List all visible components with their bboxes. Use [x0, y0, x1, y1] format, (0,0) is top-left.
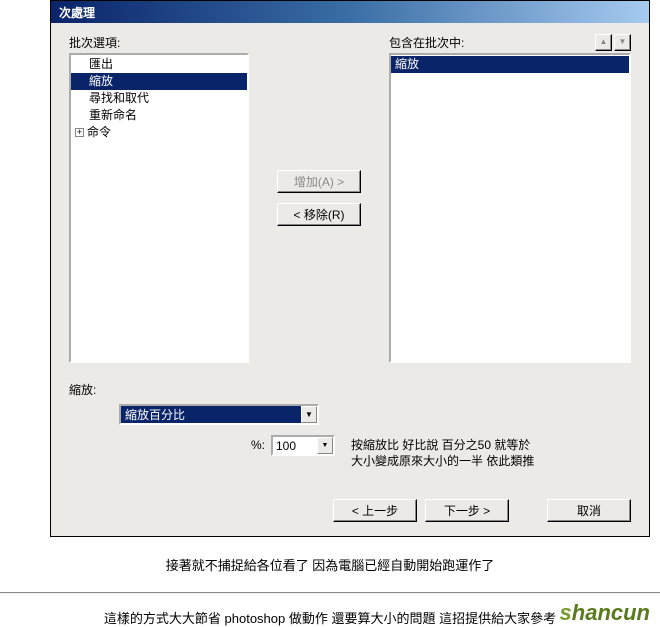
scale-mode-dropdown[interactable]: 縮放百分比 ▼ [119, 404, 319, 425]
dialog-titlebar: 次處理 [51, 1, 649, 23]
list-item[interactable]: 縮放 [71, 73, 247, 90]
move-down-button[interactable]: ▼ [614, 34, 631, 51]
list-item[interactable]: 匯出 [71, 56, 247, 73]
expand-icon[interactable]: + [75, 128, 84, 137]
percent-spinner[interactable]: ▼ [271, 435, 335, 456]
next-button[interactable]: 下一步 > [425, 499, 509, 522]
hint-line: 大小變成原來大小的一半 依此類推 [351, 453, 534, 469]
percent-input[interactable] [273, 438, 317, 454]
scale-hint: 按縮放比 好比說 百分之50 就等於 大小變成原來大小的一半 依此類推 [351, 435, 534, 469]
cancel-button[interactable]: 取消 [547, 499, 631, 522]
dropdown-value: 縮放百分比 [121, 406, 301, 423]
remove-button[interactable]: < 移除(R) [277, 203, 361, 226]
chevron-down-icon[interactable]: ▼ [301, 406, 317, 423]
watermark-logo: shancun [560, 600, 650, 626]
batch-dialog: 次處理 批次選項: 匯出 縮放 尋找和取代 重新命名 +命令 增加(A [50, 0, 650, 537]
list-item[interactable]: 尋找和取代 [71, 90, 247, 107]
list-item-label: 命令 [87, 125, 111, 139]
percent-label: %: [119, 435, 265, 452]
right-list-label: 包含在批次中: [389, 34, 464, 51]
hint-line: 按縮放比 好比說 百分之50 就等於 [351, 437, 534, 453]
list-item-commands[interactable]: +命令 [71, 124, 247, 141]
left-list-label: 批次選項: [69, 34, 120, 51]
list-item[interactable]: 重新命名 [71, 107, 247, 124]
move-up-button[interactable]: ▲ [595, 34, 612, 51]
included-listbox[interactable]: 縮放 [389, 53, 631, 363]
spinner-down-icon[interactable]: ▼ [317, 437, 333, 454]
add-button[interactable]: 增加(A) > [277, 170, 361, 193]
caption-text: 接著就不捕捉給各位看了 因為電腦已經自動開始跑運作了 [0, 555, 660, 574]
prev-button[interactable]: < 上一步 [333, 499, 417, 522]
divider [0, 592, 660, 594]
scale-section-label: 縮放: [69, 381, 631, 398]
options-listbox[interactable]: 匯出 縮放 尋找和取代 重新命名 +命令 [69, 53, 249, 363]
caption-text-2: 這樣的方式大大節省 photoshop 做動作 還要算大小的問題 這招提供給大家… [0, 608, 660, 627]
list-item[interactable]: 縮放 [391, 56, 629, 73]
